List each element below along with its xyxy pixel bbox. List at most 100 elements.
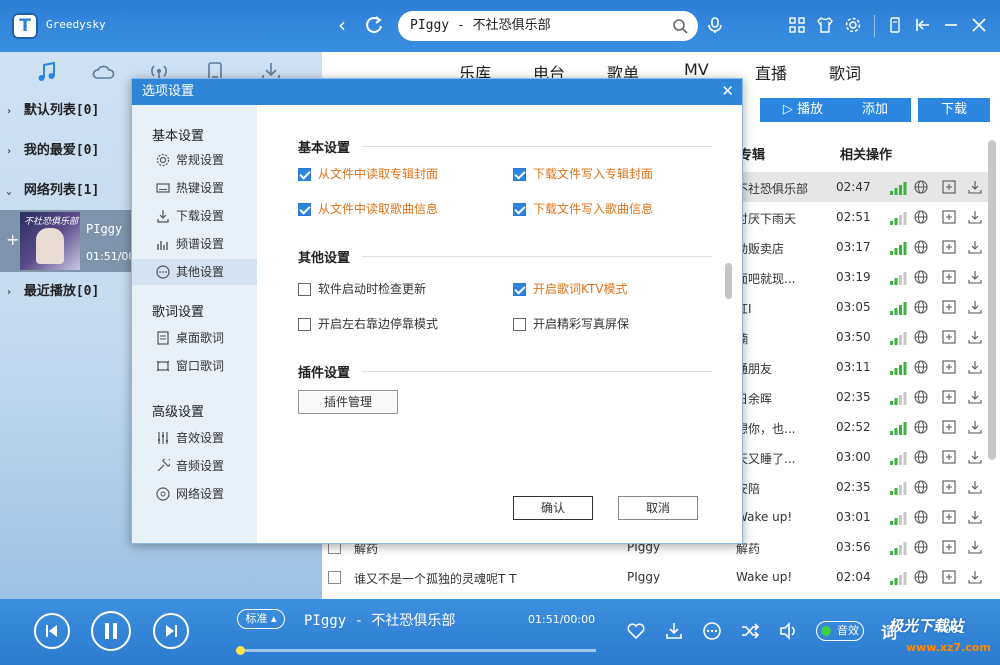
close-icon[interactable] (970, 16, 988, 34)
download-icon[interactable] (968, 420, 982, 434)
globe-icon[interactable] (914, 480, 928, 494)
globe-icon[interactable] (914, 180, 928, 194)
download-icon[interactable] (968, 570, 982, 584)
checkbox-auto-update[interactable]: 软件启动时检查更新 (298, 282, 426, 297)
checkbox-box[interactable] (513, 168, 526, 181)
globe-icon[interactable] (914, 330, 928, 344)
checkbox-box[interactable] (513, 318, 526, 331)
add-to-list-icon[interactable] (942, 420, 956, 434)
song-row[interactable]: 谁又不是一个孤独的灵魂呢T T PIggy Wake up! 02:04 (322, 562, 990, 592)
song-list-scrollbar[interactable] (988, 140, 996, 460)
checkbox-box[interactable] (513, 203, 526, 216)
globe-icon[interactable] (914, 570, 928, 584)
progress-bar[interactable] (236, 646, 596, 655)
add-to-list-icon[interactable] (942, 210, 956, 224)
sidebar-item-effects[interactable]: 音效设置 (132, 425, 257, 451)
add-to-list-icon[interactable] (942, 510, 956, 524)
mini-mode-icon[interactable] (886, 16, 904, 34)
sidebar-item-hotkey[interactable]: 热键设置 (132, 175, 257, 201)
refresh-icon[interactable] (364, 15, 384, 35)
checkbox-dock-mode[interactable]: 开启左右靠边停靠模式 (298, 317, 438, 332)
search-input[interactable]: PIggy - 不社恐俱乐部 (398, 11, 698, 41)
download-icon[interactable] (664, 621, 684, 641)
globe-icon[interactable] (914, 360, 928, 374)
download-icon[interactable] (968, 540, 982, 554)
play-button[interactable]: ▷ 播放 (760, 98, 846, 122)
checkbox-read-cover[interactable]: 从文件中读取专辑封面 (298, 167, 438, 182)
download-icon[interactable] (968, 510, 982, 524)
add-to-list-icon[interactable] (942, 330, 956, 344)
plugin-manager-button[interactable]: 插件管理 (298, 390, 398, 414)
checkbox-box[interactable] (298, 318, 311, 331)
globe-icon[interactable] (914, 510, 928, 524)
minimize-icon[interactable] (942, 16, 960, 34)
voice-search-icon[interactable] (706, 16, 724, 34)
sidebar-item-general[interactable]: 常规设置 (132, 147, 257, 173)
sidebar-item-desktop-lyric[interactable]: 桌面歌词 (132, 325, 257, 351)
search-icon[interactable] (672, 18, 688, 34)
add-to-list-icon[interactable] (942, 300, 956, 314)
sidebar-item-audio[interactable]: 音频设置 (132, 453, 257, 479)
checkbox-screensaver[interactable]: 开启精彩写真屏保 (513, 317, 629, 332)
grid-icon[interactable] (788, 16, 806, 34)
tab-lyrics[interactable]: 歌词 (829, 60, 861, 84)
volume-icon[interactable] (778, 621, 798, 641)
next-button[interactable] (153, 613, 189, 649)
download-icon[interactable] (968, 180, 982, 194)
checkbox-box[interactable] (298, 168, 311, 181)
heart-icon[interactable] (626, 621, 646, 641)
music-icon[interactable] (34, 60, 60, 84)
checkbox-ktv-mode[interactable]: 开启歌词KTV模式 (513, 282, 627, 297)
dialog-title-bar[interactable]: 选项设置 ✕ (132, 79, 742, 105)
download-icon[interactable] (968, 360, 982, 374)
skin-icon[interactable] (816, 16, 834, 34)
add-to-list-icon[interactable] (942, 480, 956, 494)
dialog-close-icon[interactable]: ✕ (721, 83, 734, 99)
download-icon[interactable] (968, 330, 982, 344)
download-button[interactable]: 下载 (918, 98, 990, 122)
checkbox-box[interactable] (298, 203, 311, 216)
tab-mv[interactable]: MV (684, 60, 709, 79)
shuffle-icon[interactable] (740, 621, 760, 641)
download-icon[interactable] (968, 450, 982, 464)
download-icon[interactable] (968, 480, 982, 494)
checkbox-write-cover[interactable]: 下载文件写入专辑封面 (513, 167, 653, 182)
sidebar-item-spectrum[interactable]: 频谱设置 (132, 231, 257, 257)
checkbox-box[interactable] (513, 283, 526, 296)
quality-select[interactable]: 标准 ▴ (237, 609, 285, 629)
download-icon[interactable] (968, 240, 982, 254)
globe-icon[interactable] (914, 450, 928, 464)
tab-live[interactable]: 直播 (755, 60, 787, 84)
cancel-button[interactable]: 取消 (618, 496, 698, 520)
add-to-list-icon[interactable] (942, 450, 956, 464)
globe-icon[interactable] (914, 270, 928, 284)
download-icon[interactable] (968, 300, 982, 314)
sound-effect-toggle[interactable]: 音效 (816, 621, 864, 641)
checkbox-read-info[interactable]: 从文件中读取歌曲信息 (298, 202, 438, 217)
collapse-icon[interactable] (914, 16, 932, 34)
playlist-count[interactable]: 001 (944, 623, 965, 636)
sidebar-item-other[interactable]: 其他设置 (132, 259, 257, 285)
cloud-icon[interactable] (90, 60, 116, 84)
sidebar-item-network[interactable]: 网络设置 (132, 481, 257, 507)
add-to-list-icon[interactable] (942, 360, 956, 374)
row-checkbox[interactable] (328, 571, 341, 584)
sidebar-item-download[interactable]: 下载设置 (132, 203, 257, 229)
checkbox-box[interactable] (298, 283, 311, 296)
checkbox-write-info[interactable]: 下载文件写入歌曲信息 (513, 202, 653, 217)
ok-button[interactable]: 确认 (513, 496, 593, 520)
add-to-list-icon[interactable] (942, 240, 956, 254)
sidebar-item-window-lyric[interactable]: 窗口歌词 (132, 353, 257, 379)
globe-icon[interactable] (914, 420, 928, 434)
download-icon[interactable] (968, 210, 982, 224)
globe-icon[interactable] (914, 240, 928, 254)
add-button[interactable]: 添加 (839, 98, 911, 122)
gear-icon[interactable] (844, 16, 862, 34)
add-to-list-icon[interactable] (942, 570, 956, 584)
progress-handle[interactable] (236, 646, 245, 655)
add-to-list-icon[interactable] (942, 180, 956, 194)
globe-icon[interactable] (914, 540, 928, 554)
dialog-scrollbar[interactable] (725, 263, 732, 299)
globe-icon[interactable] (914, 390, 928, 404)
add-to-list-icon[interactable] (942, 270, 956, 284)
